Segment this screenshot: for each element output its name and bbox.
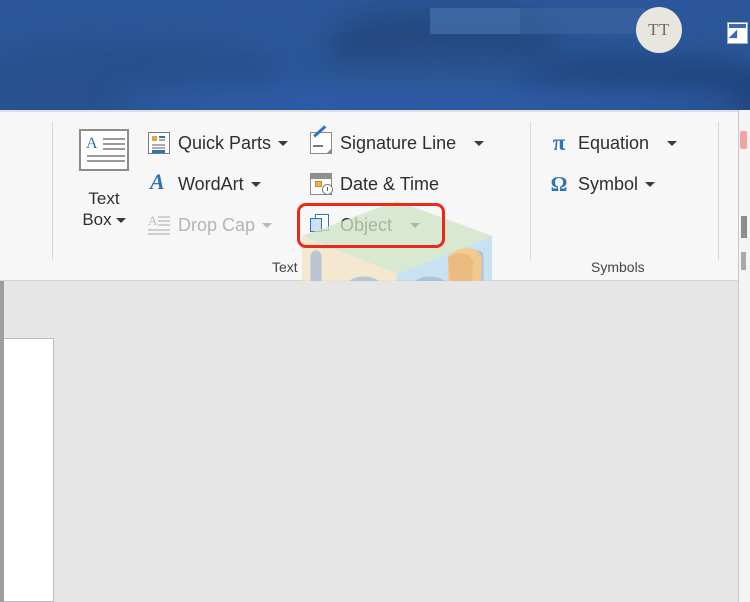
scrollbar-thumb-secondary[interactable] xyxy=(741,252,746,270)
text-box-icon-letter: A xyxy=(86,135,98,152)
date-and-time-label: Date & Time xyxy=(340,174,440,194)
text-box-label-line2-wrap: Box xyxy=(82,209,126,230)
group-separator xyxy=(718,122,719,260)
text-box-label-line1: Text xyxy=(88,189,120,208)
drop-cap-label: Drop Cap xyxy=(178,215,256,235)
drop-cap-button: A Drop Cap xyxy=(148,210,273,240)
text-box-icon: A xyxy=(79,129,129,171)
chevron-down-icon[interactable] xyxy=(410,222,421,228)
document-canvas[interactable] xyxy=(0,281,750,602)
text-box-button-label: Text Box xyxy=(82,188,126,231)
scrollbar-marker xyxy=(740,131,747,149)
chevron-down-icon[interactable] xyxy=(250,181,261,187)
text-box-icon-line xyxy=(103,138,125,140)
text-box-icon-line xyxy=(87,160,125,162)
object-icon xyxy=(310,214,332,236)
drop-cap-icon: A xyxy=(148,214,170,236)
omega-icon: Ω xyxy=(550,172,568,196)
ribbon-display-options-arrow xyxy=(728,29,742,43)
group-separator xyxy=(52,122,53,260)
group-separator xyxy=(530,122,531,260)
text-box-button[interactable]: A Text Box xyxy=(72,125,136,265)
quick-parts-icon xyxy=(148,132,170,154)
ribbon-top-divider xyxy=(0,110,750,112)
text-box-icon-line xyxy=(87,155,125,157)
search-box-highlight xyxy=(430,8,520,34)
signature-line-icon xyxy=(310,125,332,154)
equation-button[interactable]: π Equation xyxy=(548,128,678,158)
ribbon-display-options-icon[interactable] xyxy=(727,22,748,44)
chevron-down-icon xyxy=(262,222,273,228)
avatar[interactable]: TT xyxy=(636,7,682,53)
wordart-button[interactable]: A WordArt xyxy=(148,169,261,199)
wordart-label: WordArt xyxy=(178,174,244,194)
document-page[interactable] xyxy=(4,338,54,602)
group-label-symbols: Symbols xyxy=(591,259,645,275)
text-box-icon-line xyxy=(103,148,125,150)
scrollbar-thumb[interactable] xyxy=(741,216,747,238)
group-label-text: Text xyxy=(272,259,298,275)
equation-label: Equation xyxy=(578,133,650,153)
chevron-down-icon[interactable] xyxy=(645,181,656,187)
object-button[interactable]: Object xyxy=(310,210,421,240)
avatar-initials: TT xyxy=(648,20,670,39)
chevron-down-icon[interactable] xyxy=(278,140,289,146)
symbol-label: Symbol xyxy=(578,174,639,194)
title-bar: TT xyxy=(0,0,750,110)
ribbon-display-options-bar xyxy=(729,24,746,28)
ribbon: r r A Text Box xyxy=(0,110,750,377)
quick-parts-label: Quick Parts xyxy=(178,133,272,153)
word-application-window: TT r r A Text xyxy=(0,0,750,602)
quick-parts-button[interactable]: Quick Parts xyxy=(148,128,289,158)
date-and-time-button[interactable]: Date & Time xyxy=(310,169,439,199)
chevron-down-icon[interactable] xyxy=(474,140,485,146)
text-box-label-line2: Box xyxy=(82,210,112,230)
chevron-down-icon[interactable] xyxy=(667,140,678,146)
symbol-button[interactable]: Ω Symbol xyxy=(548,169,656,199)
vertical-scrollbar[interactable] xyxy=(738,110,750,602)
object-label: Object xyxy=(340,215,393,235)
text-box-icon-line xyxy=(103,143,125,145)
titlebar-blur-decoration xyxy=(120,85,740,110)
pi-icon: π xyxy=(552,130,566,155)
date-and-time-icon xyxy=(310,173,333,195)
wordart-icon: A xyxy=(150,169,165,194)
signature-line-button[interactable]: Signature Line xyxy=(310,125,485,158)
signature-line-label: Signature Line xyxy=(340,133,457,153)
chevron-down-icon[interactable] xyxy=(115,218,126,224)
